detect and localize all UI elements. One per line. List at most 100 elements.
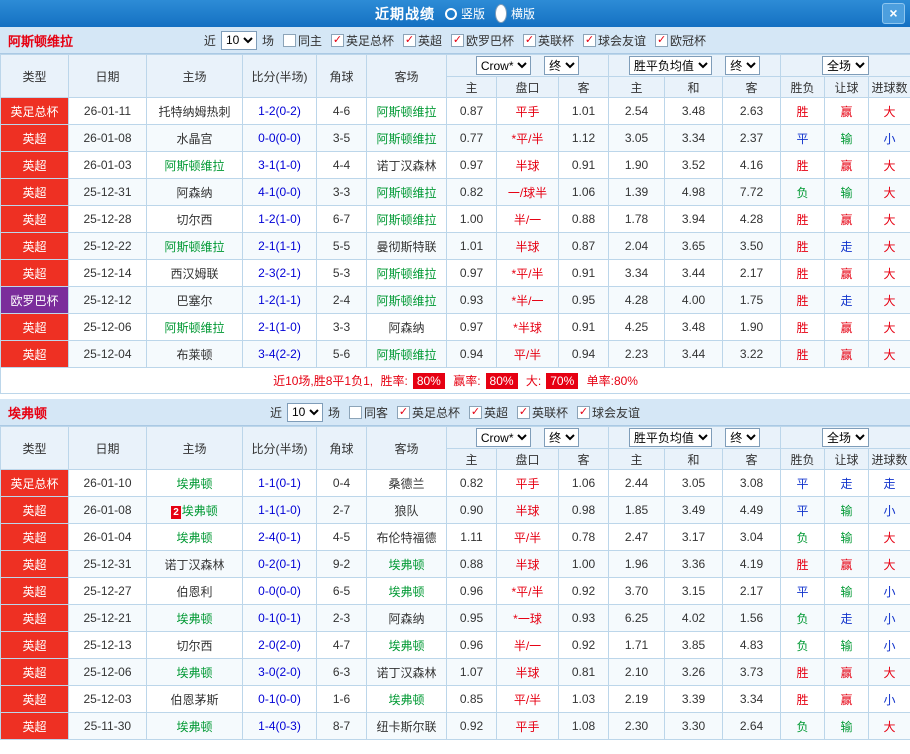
goals-result-cell: 大 <box>868 205 910 233</box>
score-cell: 1-1(1-0) <box>242 496 317 524</box>
league-badge: 英足总杯 <box>0 97 69 125</box>
final-odds-select[interactable]: 终 <box>544 428 580 447</box>
filter-checkbox-英足总杯[interactable]: ✓ 英足总杯 <box>330 32 394 49</box>
checkbox-checked-icon[interactable]: ✓ <box>469 405 482 419</box>
checkbox-checked-icon[interactable]: ✓ <box>523 33 537 47</box>
matches-table: 类型 日期 主场 比分(半场) 角球 客场 Crow* 终 胜平负均值 终 全场… <box>0 426 910 740</box>
handicap-result-cell: 赢 <box>824 259 870 287</box>
checkbox-checked-icon[interactable]: ✓ <box>330 33 344 47</box>
match-count-select[interactable]: 10 <box>220 30 257 50</box>
avg-draw-cell: 3.15 <box>664 577 724 605</box>
home-odds-cell: 0.88 <box>446 550 497 578</box>
filter-checkbox-英超[interactable]: ✓ 英超 <box>469 404 508 421</box>
final-avg-select[interactable]: 终 <box>725 428 761 447</box>
final-odds-select[interactable]: 终 <box>544 56 580 75</box>
corner-cell: 4-7 <box>316 631 367 659</box>
filter-checkbox-英超[interactable]: ✓ 英超 <box>402 32 442 49</box>
avg-away-cell: 4.19 <box>722 550 782 578</box>
filter-checkbox-球会友谊[interactable]: ✓ 球会友谊 <box>583 32 646 49</box>
away-odds-cell: 0.92 <box>557 577 610 605</box>
team-link: 阿斯顿维拉 <box>164 320 225 335</box>
league-badge: 英超 <box>0 685 69 713</box>
away-odds-cell: 0.78 <box>557 523 610 551</box>
team-link: 埃弗顿 <box>176 611 213 626</box>
match-row: 英超 25-11-30 埃弗顿 1-4(0-3) 8-7 纽卡斯尔联 0.92 平手 1.08 2… <box>0 712 910 740</box>
corner-cell: 1-6 <box>316 685 367 713</box>
away-odds-cell: 1.08 <box>557 712 610 740</box>
checkbox-checked-icon[interactable]: ✓ <box>517 405 531 419</box>
filter-checkbox-英联杯[interactable]: ✓ 英联杯 <box>517 404 568 421</box>
checkbox-checked-icon[interactable]: ✓ <box>655 33 669 47</box>
filter-checkbox-球会友谊[interactable]: ✓ 球会友谊 <box>577 404 640 421</box>
away-odds-cell: 0.91 <box>557 151 610 179</box>
checkbox-checked-icon[interactable]: ✓ <box>583 33 597 47</box>
col-corner: 角球 <box>316 54 367 98</box>
handicap-cell: 半球 <box>496 658 559 686</box>
match-row: 英超 25-12-06 阿斯顿维拉 2-1(1-0) 3-3 阿森纳 0.97 *半球 0.91… <box>0 313 910 341</box>
red-card-badge: 2 <box>171 505 181 519</box>
away-team-cell: 阿斯顿维拉 <box>366 205 447 233</box>
filter-checkbox-同客[interactable]: 同客 <box>348 404 388 421</box>
team-link: 诺丁汉森林 <box>164 557 225 572</box>
handicap-result-cell: 赢 <box>824 313 870 341</box>
section-header: 埃弗顿 近 10 场 同客 ✓ 英足总杯 ✓ 英超 ✓ 英联杯 ✓ 球会友谊 <box>0 399 910 426</box>
score-cell: 1-1(0-1) <box>242 469 317 497</box>
avg-odds-select[interactable]: 胜平负均值 <box>628 428 712 447</box>
goals-result-cell: 小 <box>868 604 910 632</box>
match-row: 英超 26-01-08 水晶宫 0-0(0-0) 3-5 阿斯顿维拉 0.77 *平/半 1.1… <box>0 124 910 152</box>
home-team-cell: 埃弗顿 <box>146 712 243 740</box>
avg-draw-cell: 3.44 <box>664 340 724 368</box>
layout-radio-horizontal[interactable]: 横版 <box>495 4 535 23</box>
scope-select[interactable]: 全场 <box>822 428 870 447</box>
team-link: 纽卡斯尔联 <box>376 719 437 734</box>
filter-checkbox-欧罗巴杯[interactable]: ✓ 欧罗巴杯 <box>451 32 514 49</box>
col-goals-result: 进球数 <box>868 448 910 470</box>
team-link: 阿森纳 <box>176 185 213 200</box>
col-result: 胜负 <box>780 448 826 470</box>
match-row: 英足总杯 26-01-10 埃弗顿 1-1(0-1) 0-4 桑德兰 0.82 平手 1.06 2… <box>0 469 910 497</box>
team-link: 托特纳姆热刺 <box>158 104 231 119</box>
odds-company-select[interactable]: Crow* <box>475 428 531 447</box>
avg-draw-cell: 3.36 <box>664 550 724 578</box>
score-cell: 3-4(2-2) <box>242 340 317 368</box>
league-badge: 英超 <box>0 604 69 632</box>
team-link: 埃弗顿 <box>388 692 425 707</box>
checkbox-checked-icon[interactable]: ✓ <box>402 33 416 47</box>
team-link: 阿斯顿维拉 <box>376 266 437 281</box>
filter-checkbox-欧冠杯[interactable]: ✓ 欧冠杯 <box>655 32 706 49</box>
home-team-cell: 埃弗顿 <box>146 469 243 497</box>
score-cell: 2-0(2-0) <box>242 631 317 659</box>
checkbox-checked-icon[interactable]: ✓ <box>396 405 410 419</box>
filter-checkbox-同主[interactable]: 同主 <box>282 32 322 49</box>
handicap-result-cell: 输 <box>824 496 870 524</box>
checkbox-unchecked-icon[interactable] <box>282 33 296 47</box>
away-team-cell: 阿斯顿维拉 <box>366 178 447 206</box>
close-button[interactable]: × <box>882 3 905 24</box>
col-date: 日期 <box>68 426 147 470</box>
date-cell: 26-01-10 <box>68 469 147 497</box>
scope-select[interactable]: 全场 <box>822 56 870 75</box>
avg-home-cell: 1.96 <box>608 550 666 578</box>
odds-company-select[interactable]: Crow* <box>475 56 531 75</box>
home-odds-cell: 0.92 <box>446 712 497 740</box>
checkbox-unchecked-icon[interactable] <box>348 405 362 419</box>
checkbox-checked-icon[interactable]: ✓ <box>451 33 464 47</box>
team-link: 切尔西 <box>176 638 213 653</box>
avg-away-cell: 2.37 <box>722 124 782 152</box>
away-team-cell: 埃弗顿 <box>366 550 447 578</box>
goals-result-cell: 大 <box>868 550 910 578</box>
checkbox-checked-icon[interactable]: ✓ <box>577 405 591 419</box>
filter-checkbox-英联杯[interactable]: ✓ 英联杯 <box>523 32 574 49</box>
team-link: 埃弗顿 <box>176 530 213 545</box>
avg-odds-select[interactable]: 胜平负均值 <box>628 56 712 75</box>
filter-checkbox-英足总杯[interactable]: ✓ 英足总杯 <box>396 404 460 421</box>
match-count-select[interactable]: 10 <box>286 402 323 422</box>
final-avg-select[interactable]: 终 <box>725 56 761 75</box>
panel-title: 近期战绩 <box>374 5 435 22</box>
match-row: 英超 25-12-06 埃弗顿 3-0(2-0) 6-3 诺丁汉森林 1.07 半球 0.81 2… <box>0 658 910 686</box>
layout-radio-vertical[interactable]: 竖版 <box>444 5 485 22</box>
score-cell: 2-1(1-0) <box>242 313 317 341</box>
avg-away-cell: 4.28 <box>722 205 782 233</box>
goals-result-cell: 大 <box>868 523 910 551</box>
result-cell: 胜 <box>780 205 826 233</box>
